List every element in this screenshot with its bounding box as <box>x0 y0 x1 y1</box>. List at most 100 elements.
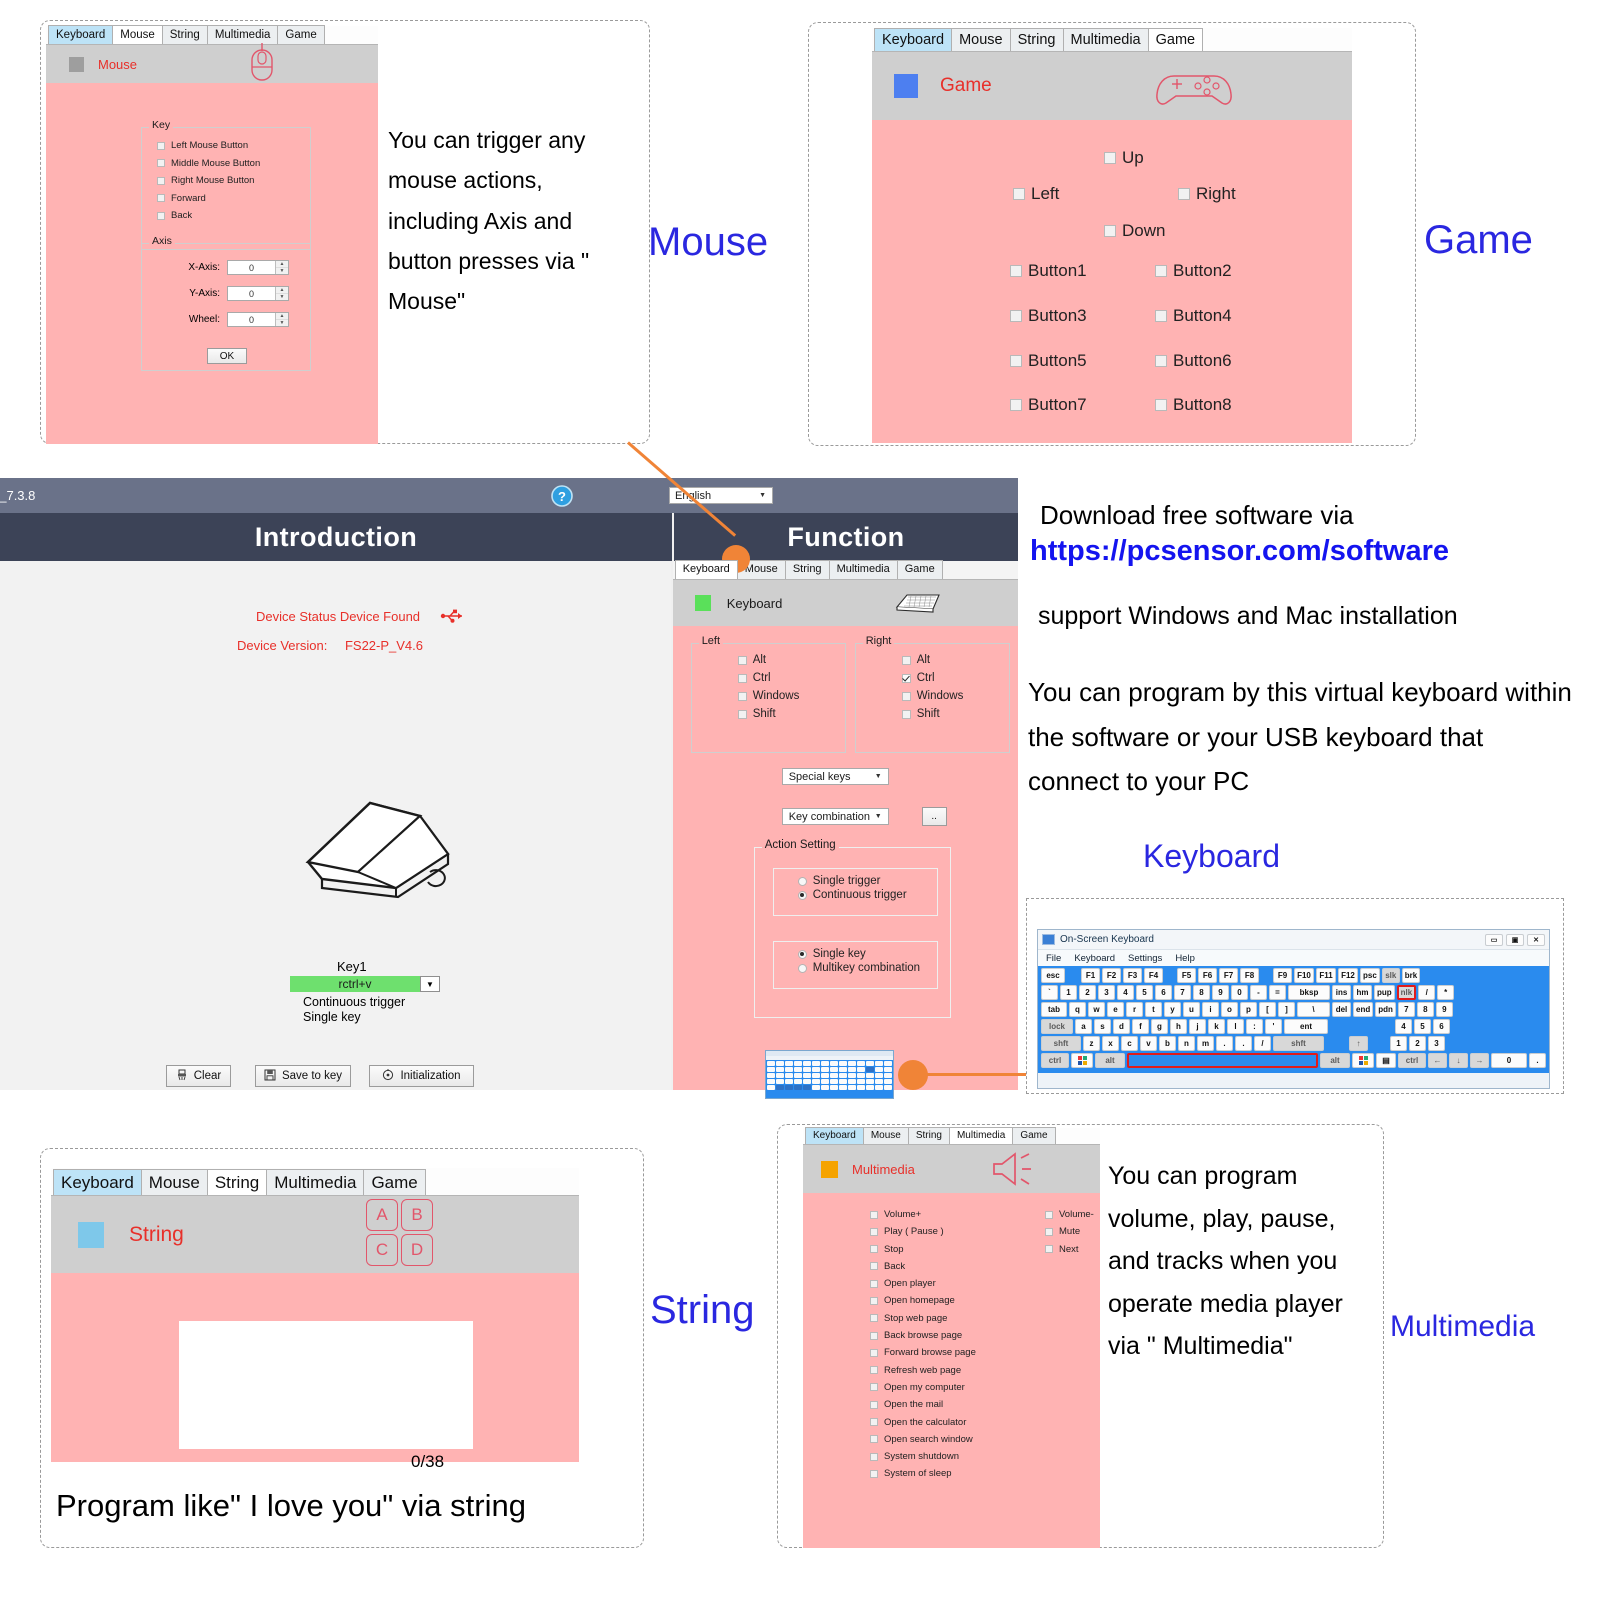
checkbox-system-shutdown[interactable]: System shutdown <box>870 1451 1040 1462</box>
checkbox-box[interactable] <box>870 1296 878 1305</box>
tab-keyboard[interactable]: Keyboard <box>874 27 953 51</box>
checkbox-box[interactable] <box>1155 310 1167 322</box>
tab-mouse[interactable]: Mouse <box>951 27 1011 51</box>
key-hm[interactable]: hm <box>1353 985 1372 1000</box>
tab-keyboard[interactable]: Keyboard <box>53 1168 142 1195</box>
checkbox-box[interactable] <box>1010 355 1022 367</box>
tab-multimedia[interactable]: Multimedia <box>948 1126 1014 1144</box>
key-pup[interactable]: pup <box>1374 985 1395 1000</box>
radio-single-trigger[interactable]: Single trigger <box>797 875 937 887</box>
clear-button[interactable]: Clear <box>166 1065 231 1087</box>
checkbox-button6[interactable]: Button6 <box>1155 351 1232 371</box>
chevron-down-icon[interactable]: ▼ <box>875 773 882 780</box>
string-panel-tabstrip[interactable]: Keyboard Mouse String Multimedia Game <box>51 1168 579 1196</box>
checkbox-box[interactable] <box>870 1469 878 1478</box>
checkbox-box[interactable] <box>870 1245 878 1254</box>
checkbox-right-alt[interactable]: Alt <box>901 654 1009 666</box>
key-slash[interactable]: / <box>1254 1036 1271 1051</box>
checkbox-right-mouse-button[interactable]: Right Mouse Button <box>157 175 310 186</box>
key-comma[interactable]: . <box>1216 1036 1233 1051</box>
chevron-down-icon[interactable]: ▼ <box>420 976 440 992</box>
checkbox-open-the-calculator[interactable]: Open the calculator <box>870 1417 1040 1428</box>
key-6[interactable]: 6 <box>1155 985 1172 1000</box>
ok-button[interactable]: OK <box>207 348 247 364</box>
key-m[interactable]: m <box>1197 1036 1214 1051</box>
key-f1[interactable]: F1 <box>1081 968 1100 983</box>
tab-mouse[interactable]: Mouse <box>112 24 163 44</box>
key-alt-right[interactable]: alt <box>1320 1053 1350 1068</box>
close-button[interactable]: ✕ <box>1527 933 1545 946</box>
checkbox-button4[interactable]: Button4 <box>1155 306 1232 326</box>
tab-game[interactable]: Game <box>277 24 325 44</box>
key-9[interactable]: 9 <box>1212 985 1229 1000</box>
menu-key-icon[interactable]: ▤ <box>1376 1053 1396 1068</box>
radio-button[interactable] <box>797 963 807 973</box>
checkbox-right-ctrl[interactable]: Ctrl <box>901 672 1009 684</box>
radio-multikey-combination[interactable]: Multikey combination <box>797 962 937 974</box>
key-2[interactable]: 2 <box>1079 985 1096 1000</box>
function-tabstrip[interactable]: Keyboard Mouse String Multimedia Game <box>672 560 1018 580</box>
checkbox-box[interactable] <box>1010 399 1022 411</box>
checkbox-box[interactable] <box>1045 1227 1053 1236</box>
key-a[interactable]: a <box>1075 1019 1092 1034</box>
windows-key-icon-right[interactable] <box>1352 1053 1374 1068</box>
tab-multimedia[interactable]: Multimedia <box>1062 27 1149 51</box>
checkbox-box[interactable] <box>157 176 165 185</box>
key-o[interactable]: o <box>1221 1002 1238 1017</box>
tab-string[interactable]: String <box>784 560 830 579</box>
tab-game[interactable]: Game <box>1147 27 1204 51</box>
key-numpad-divide[interactable]: / <box>1418 985 1436 1000</box>
checkbox-box[interactable] <box>157 194 165 202</box>
checkbox-box[interactable] <box>870 1383 878 1392</box>
key-s[interactable]: s <box>1094 1019 1111 1034</box>
key-arrow-up[interactable]: ↑ <box>1349 1036 1368 1051</box>
osk-menubar[interactable]: File Keyboard Settings Help <box>1038 950 1549 966</box>
checkbox-left-windows[interactable]: Windows <box>737 690 845 702</box>
tab-mouse[interactable]: Mouse <box>140 1168 208 1195</box>
checkbox-box[interactable] <box>870 1262 878 1271</box>
checkbox-box[interactable] <box>1104 225 1116 237</box>
checkbox-box[interactable] <box>901 709 911 719</box>
key-d[interactable]: d <box>1113 1019 1130 1034</box>
checkbox-right[interactable]: Right <box>1178 184 1236 204</box>
checkbox-box[interactable] <box>1178 188 1190 200</box>
key-w[interactable]: w <box>1088 1002 1105 1017</box>
key-f11[interactable]: F11 <box>1316 968 1336 983</box>
chevron-down-icon[interactable]: ▼ <box>759 492 766 499</box>
key-q[interactable]: q <box>1069 1002 1086 1017</box>
key-f[interactable]: f <box>1132 1019 1149 1034</box>
key-numpad-7[interactable]: 7 <box>1397 1002 1415 1017</box>
checkbox-open-player[interactable]: Open player <box>870 1278 1040 1289</box>
key-numpad-multiply[interactable]: * <box>1437 985 1455 1000</box>
checkbox-box[interactable] <box>870 1227 878 1236</box>
checkbox-box[interactable] <box>870 1418 878 1427</box>
key-numpad-period[interactable]: . <box>1529 1053 1546 1068</box>
key-7[interactable]: 7 <box>1174 985 1191 1000</box>
checkbox-button2[interactable]: Button2 <box>1155 261 1232 281</box>
key-r[interactable]: r <box>1126 1002 1143 1017</box>
key-y[interactable]: y <box>1164 1002 1181 1017</box>
checkbox-box[interactable] <box>737 691 747 701</box>
tab-string[interactable]: String <box>907 1126 950 1144</box>
key-f10[interactable]: F10 <box>1294 968 1314 983</box>
radio-button[interactable] <box>797 949 807 959</box>
tab-game[interactable]: Game <box>363 1168 426 1195</box>
tab-string[interactable]: String <box>206 1168 268 1195</box>
checkbox-box[interactable] <box>901 691 911 701</box>
initialization-button[interactable]: Initialization <box>369 1065 474 1087</box>
key-1[interactable]: 1 <box>1060 985 1077 1000</box>
checkbox-box[interactable] <box>157 141 165 150</box>
radio-continuous-trigger[interactable]: Continuous trigger <box>797 889 937 901</box>
key-k[interactable]: k <box>1208 1019 1225 1034</box>
chevron-down-icon[interactable]: ▼ <box>875 813 882 820</box>
key-arrow-left[interactable]: ← <box>1428 1053 1447 1068</box>
checkbox-back-browse-page[interactable]: Back browse page <box>870 1330 1040 1341</box>
key-ctrl-right[interactable]: ctrl <box>1398 1053 1426 1068</box>
checkbox-refresh-web-page[interactable]: Refresh web page <box>870 1365 1040 1376</box>
key-ent[interactable]: ent <box>1284 1019 1328 1034</box>
key-del[interactable]: del <box>1332 1002 1351 1017</box>
tab-string[interactable]: String <box>1009 27 1064 51</box>
key-minus[interactable]: - <box>1250 985 1267 1000</box>
key-semicolon[interactable]: : <box>1246 1019 1263 1034</box>
key-numpad-1[interactable]: 1 <box>1390 1036 1407 1051</box>
